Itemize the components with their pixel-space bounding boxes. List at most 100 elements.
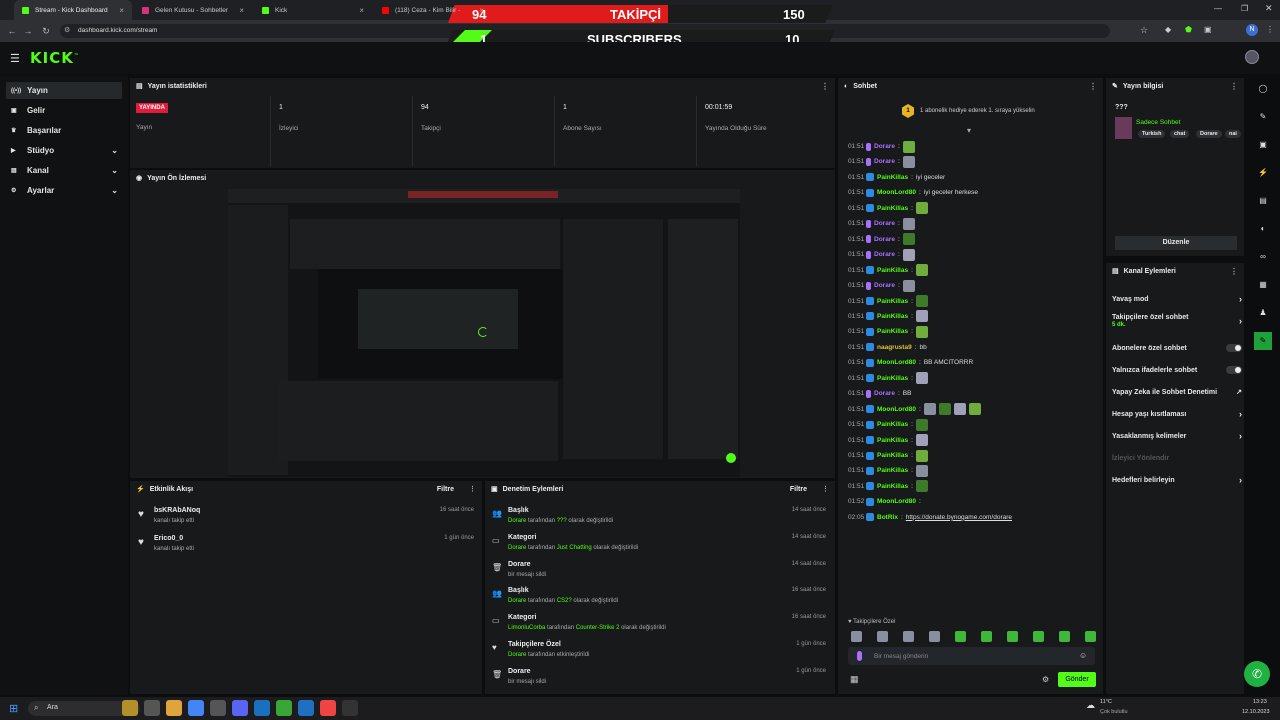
maximize-icon[interactable]: ❐	[1241, 4, 1248, 13]
emote-shortcut-icon[interactable]	[877, 631, 888, 642]
emote-shortcut-icon[interactable]	[1059, 631, 1070, 642]
chat-username[interactable]: Dorare	[874, 236, 895, 243]
adblock-icon[interactable]: ⬟	[1185, 25, 1192, 34]
chat-message[interactable]: 01:51 Dorare:	[848, 216, 915, 231]
channel-action[interactable]: Takipçilere özel sohbet 5 dk. ›	[1112, 312, 1242, 330]
tool-shortcut-icon[interactable]: ∞	[1254, 248, 1272, 266]
taskbar-app-icon[interactable]	[232, 700, 248, 716]
activity-item[interactable]: ♥ Erico0_0 kanalı takip etti 1 gün önce	[136, 533, 478, 559]
floating-chat-icon[interactable]: ✆	[1244, 661, 1270, 687]
chat-message[interactable]: 01:51 Dorare:	[848, 139, 915, 154]
chat-username[interactable]: naagrusta9	[877, 344, 912, 351]
stats-menu-icon[interactable]: ⋮	[821, 82, 829, 91]
windows-start-icon[interactable]: ⊞	[9, 702, 18, 715]
chat-username[interactable]: PainKillas	[877, 328, 908, 335]
chat-message[interactable]: 01:51 Dorare:	[848, 278, 915, 293]
stream-category[interactable]: Sadece Sohbet	[1136, 119, 1180, 126]
tool-shortcut-icon[interactable]: ▤	[1254, 192, 1272, 210]
chat-message[interactable]: 01:51 MoonLord80: iyi geceler herkese	[848, 185, 978, 200]
chat-username[interactable]: PainKillas	[877, 452, 908, 459]
sidebar-item[interactable]: ▶ Stüdyo ⌄	[6, 142, 122, 159]
chat-message[interactable]: 02:05 BotRix: https://donate.bynogame.co…	[848, 510, 1012, 525]
taskbar-app-icon[interactable]	[144, 700, 160, 716]
emote-shortcut-icon[interactable]	[955, 631, 966, 642]
tool-shortcut-icon[interactable]: ✎	[1254, 332, 1272, 350]
channel-action[interactable]: Yasaklanmış kelimeler ›	[1112, 427, 1242, 445]
stream-preview-video[interactable]	[228, 189, 740, 477]
emote-shortcut-icon[interactable]	[851, 631, 862, 642]
chat-message[interactable]: 01:51 Dorare: BB	[848, 386, 911, 401]
activity-item[interactable]: ♥ bsKRAbANoq kanalı takip etti 16 saat ö…	[136, 505, 478, 531]
channel-actions-menu-icon[interactable]: ⋮	[1230, 267, 1238, 276]
chat-message[interactable]: 01:51 PainKillas: iyi geceler	[848, 170, 945, 185]
tab-close-icon[interactable]: ×	[239, 6, 244, 15]
chat-message[interactable]: 01:52 MoonLord80:	[848, 494, 921, 509]
gift-icon[interactable]: ▦	[850, 674, 859, 685]
tool-shortcut-icon[interactable]: ▦	[1254, 276, 1272, 294]
channel-action[interactable]: Hesap yaşı kısıtlaması ›	[1112, 405, 1242, 423]
chat-settings-icon[interactable]: ⚙	[1042, 675, 1049, 684]
taskbar-app-icon[interactable]	[166, 700, 182, 716]
tool-shortcut-icon[interactable]: ◐	[1254, 220, 1272, 238]
minimize-icon[interactable]: —	[1214, 4, 1222, 13]
chat-username[interactable]: MoonLord80	[877, 406, 916, 413]
chat-message[interactable]: 01:51 PainKillas:	[848, 448, 928, 463]
moderation-item[interactable]: ▭ Kategori LimonluCorba tarafından Count…	[490, 612, 830, 639]
taskbar-app-icon[interactable]	[254, 700, 270, 716]
emote-shortcut-icon[interactable]	[981, 631, 992, 642]
channel-action[interactable]: Yavaş mod ›	[1112, 290, 1242, 308]
chat-username[interactable]: PainKillas	[877, 174, 908, 181]
browser-tab[interactable]: Kick ×	[254, 0, 372, 20]
chat-message[interactable]: 01:51 PainKillas:	[848, 417, 928, 432]
pinned-message[interactable]: 1 abonelik hediye ederek 1. sıraya yükse…	[920, 108, 1035, 114]
chat-message[interactable]: 01:51 naagrusta9: bb	[848, 340, 927, 355]
chat-message[interactable]: 01:51 PainKillas:	[848, 433, 928, 448]
tool-shortcut-icon[interactable]: ◯	[1254, 80, 1272, 98]
chat-message[interactable]: 01:51 MoonLord80: BB AMCITORRR	[848, 355, 973, 370]
tab-close-icon[interactable]: ×	[119, 6, 124, 15]
taskbar-app-icon[interactable]	[342, 700, 358, 716]
chat-username[interactable]: BotRix	[877, 514, 898, 521]
moderation-item[interactable]: 🗑 Dorare bir mesajı sildi 14 saat önce	[490, 559, 830, 586]
emote-shortcut-icon[interactable]	[929, 631, 940, 642]
chat-message[interactable]: 01:51 Dorare:	[848, 154, 915, 169]
toggle-switch[interactable]	[1226, 344, 1242, 352]
sidebar-item[interactable]: ▣ Gelir	[6, 102, 122, 119]
profile-avatar[interactable]: N	[1246, 24, 1258, 36]
chat-username[interactable]: PainKillas	[877, 205, 908, 212]
emote-shortcut-icon[interactable]	[1085, 631, 1096, 642]
chat-message[interactable]: 01:51 PainKillas:	[848, 463, 928, 478]
browser-tab[interactable]: (118) Ceza - Kim Bilir - ×	[374, 0, 492, 20]
toggle-switch[interactable]	[1226, 366, 1242, 374]
activity-menu-icon[interactable]: ⋮	[469, 485, 476, 493]
taskbar-app-icon[interactable]	[320, 700, 336, 716]
chat-username[interactable]: PainKillas	[877, 313, 908, 320]
stream-tag[interactable]: Turkish	[1138, 130, 1166, 138]
emote-shortcut-icon[interactable]	[1033, 631, 1044, 642]
stream-tag[interactable]: nai	[1225, 130, 1241, 138]
stream-tag[interactable]: chat	[1170, 130, 1190, 138]
chat-username[interactable]: PainKillas	[877, 375, 908, 382]
chat-username[interactable]: Dorare	[874, 158, 895, 165]
taskbar-app-icon[interactable]	[276, 700, 292, 716]
send-button[interactable]: Gönder	[1058, 672, 1096, 687]
tool-shortcut-icon[interactable]: ✎	[1254, 108, 1272, 126]
chat-text[interactable]: https://donate.bynogame.com/dorare	[906, 514, 1012, 521]
back-icon[interactable]: ←	[6, 24, 18, 38]
sidebar-item[interactable]: ⚙ Ayarlar ⌄	[6, 182, 122, 199]
moderation-item[interactable]: 🗑 Dorare bir mesajı sildi 1 gün önce	[490, 666, 830, 693]
chat-message[interactable]: 01:51 PainKillas:	[848, 479, 928, 494]
chat-username[interactable]: PainKillas	[877, 467, 908, 474]
extension-icon[interactable]: ◆	[1165, 25, 1171, 34]
tab-close-icon[interactable]: ×	[479, 6, 484, 15]
channel-action[interactable]: Abonelere özel sohbet	[1112, 339, 1242, 357]
taskbar-app-icon[interactable]	[188, 700, 204, 716]
sidebar-item[interactable]: ▤ Kanal ⌄	[6, 162, 122, 179]
hamburger-menu-icon[interactable]: ☰	[10, 52, 20, 65]
chat-message[interactable]: 01:51 PainKillas:	[848, 371, 928, 386]
user-avatar[interactable]	[1245, 50, 1259, 64]
chat-username[interactable]: Dorare	[874, 251, 895, 258]
taskbar-app-icon[interactable]	[298, 700, 314, 716]
stream-info-menu-icon[interactable]: ⋮	[1230, 82, 1238, 91]
chat-username[interactable]: MoonLord80	[877, 498, 916, 505]
